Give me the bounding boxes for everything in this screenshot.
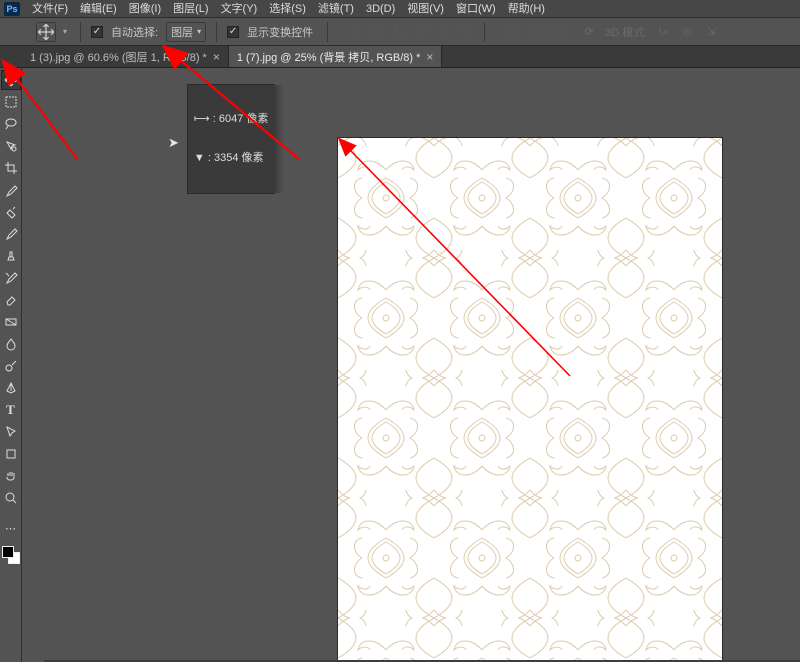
coord-width: ⟼ : 6047 像素 bbox=[194, 113, 268, 126]
options-trailing: ⟳ 3D 模式: ⤿ ◎ ⇲ bbox=[581, 24, 719, 40]
menu-type[interactable]: 文字(Y) bbox=[215, 0, 264, 18]
align-icons-group bbox=[346, 23, 474, 41]
drag-coord-tooltip: ➤ ⟼ : 6047 像素 ▼ : 3354 像素 bbox=[168, 84, 275, 194]
orbit-3d-b-icon[interactable]: ◎ bbox=[679, 24, 695, 40]
close-icon[interactable]: × bbox=[426, 50, 433, 64]
menu-help[interactable]: 帮助(H) bbox=[502, 0, 551, 18]
align-hcenter-icon[interactable] bbox=[434, 23, 452, 41]
quick-select-tool-icon[interactable] bbox=[1, 136, 21, 156]
shape-tool-icon[interactable] bbox=[1, 444, 21, 464]
blur-tool-icon[interactable] bbox=[1, 334, 21, 354]
menu-edit[interactable]: 编辑(E) bbox=[74, 0, 123, 18]
menu-image[interactable]: 图像(I) bbox=[123, 0, 167, 18]
distribute-icons-group bbox=[503, 23, 565, 41]
crop-tool-icon[interactable] bbox=[1, 158, 21, 178]
menu-layer[interactable]: 图层(L) bbox=[167, 0, 214, 18]
zoom-tool-icon[interactable] bbox=[1, 488, 21, 508]
tool-indicator-chevron-icon[interactable]: ▾ bbox=[60, 22, 70, 42]
document-tab-1-label: 1 (3).jpg @ 60.6% (图层 1, RGB/8) * bbox=[30, 49, 207, 65]
menu-file[interactable]: 文件(F) bbox=[26, 0, 74, 18]
show-transform-checkbox[interactable]: ✓ bbox=[227, 26, 239, 38]
coord-readout: ⟼ : 6047 像素 ▼ : 3354 像素 bbox=[187, 84, 275, 194]
foreground-swatch[interactable] bbox=[2, 546, 14, 558]
document-canvas[interactable] bbox=[338, 138, 722, 660]
auto-select-label: 自动选择: bbox=[107, 24, 162, 40]
eyedropper-tool-icon[interactable] bbox=[1, 180, 21, 200]
healing-tool-icon[interactable] bbox=[1, 202, 21, 222]
document-tab-2[interactable]: 1 (7).jpg @ 25% (背景 拷贝, RGB/8) * × bbox=[229, 46, 443, 67]
menu-view[interactable]: 视图(V) bbox=[401, 0, 450, 18]
close-icon[interactable]: × bbox=[213, 50, 220, 64]
canvas-area[interactable]: ➤ ⟼ : 6047 像素 ▼ : 3354 像素 bbox=[22, 68, 800, 662]
history-brush-tool-icon[interactable] bbox=[1, 268, 21, 288]
menu-window[interactable]: 窗口(W) bbox=[450, 0, 502, 18]
lasso-tool-icon[interactable] bbox=[1, 114, 21, 134]
mode-3d-label: 3D 模式: bbox=[605, 24, 647, 40]
separator bbox=[80, 22, 81, 42]
eraser-tool-icon[interactable] bbox=[1, 290, 21, 310]
brush-tool-icon[interactable] bbox=[1, 224, 21, 244]
align-right-icon[interactable] bbox=[456, 23, 474, 41]
distribute-v-icon[interactable] bbox=[525, 23, 543, 41]
align-bottom-icon[interactable] bbox=[390, 23, 408, 41]
align-top-icon[interactable] bbox=[346, 23, 364, 41]
toolbox: T ⋯ bbox=[0, 68, 22, 662]
stamp-tool-icon[interactable] bbox=[1, 246, 21, 266]
distribute-spacing-icon[interactable] bbox=[547, 23, 565, 41]
dodge-tool-icon[interactable] bbox=[1, 356, 21, 376]
document-pattern-icon bbox=[338, 138, 722, 660]
move-tool-icon[interactable] bbox=[1, 70, 21, 90]
gradient-tool-icon[interactable] bbox=[1, 312, 21, 332]
marquee-tool-icon[interactable] bbox=[1, 92, 21, 112]
separator bbox=[216, 22, 217, 42]
options-bar: ▾ ✓ 自动选择: 图层 ▾ ✓ 显示变换控件 ⟳ 3D 模式: ⤿ ◎ ⇲ bbox=[0, 18, 800, 46]
coord-height: ▼ : 3354 像素 bbox=[194, 152, 268, 165]
auto-select-target-dropdown[interactable]: 图层 ▾ bbox=[166, 22, 206, 42]
auto-select-checkbox[interactable]: ✓ bbox=[91, 26, 103, 38]
edit-toolbar-icon[interactable]: ⋯ bbox=[1, 518, 21, 538]
orbit-3d-c-icon[interactable]: ⇲ bbox=[703, 24, 719, 40]
document-tab-1[interactable]: 1 (3).jpg @ 60.6% (图层 1, RGB/8) * × bbox=[22, 46, 229, 67]
color-swatch[interactable] bbox=[2, 546, 20, 564]
align-left-icon[interactable] bbox=[412, 23, 430, 41]
menubar: Ps 文件(F) 编辑(E) 图像(I) 图层(L) 文字(Y) 选择(S) 滤… bbox=[0, 0, 800, 18]
menu-3d[interactable]: 3D(D) bbox=[360, 0, 401, 18]
document-tab-2-label: 1 (7).jpg @ 25% (背景 拷贝, RGB/8) * bbox=[237, 49, 421, 65]
arrow-cursor-icon: ➤ bbox=[168, 135, 179, 151]
auto-select-target-value: 图层 bbox=[171, 24, 193, 40]
document-tabbar: 1 (3).jpg @ 60.6% (图层 1, RGB/8) * × 1 (7… bbox=[0, 46, 800, 68]
tool-indicator-move-icon[interactable] bbox=[36, 22, 56, 42]
hand-tool-icon[interactable] bbox=[1, 466, 21, 486]
path-select-tool-icon[interactable] bbox=[1, 422, 21, 442]
separator bbox=[327, 22, 328, 42]
distribute-h-icon[interactable] bbox=[503, 23, 521, 41]
orbit-3d-a-icon[interactable]: ⤿ bbox=[655, 24, 671, 40]
align-vcenter-icon[interactable] bbox=[368, 23, 386, 41]
app-logo: Ps bbox=[4, 2, 20, 16]
orbit-3d-icon[interactable]: ⟳ bbox=[581, 24, 597, 40]
separator bbox=[484, 22, 485, 42]
type-tool-icon[interactable]: T bbox=[1, 400, 21, 420]
pen-tool-icon[interactable] bbox=[1, 378, 21, 398]
show-transform-label: 显示变换控件 bbox=[243, 24, 317, 40]
menu-select[interactable]: 选择(S) bbox=[263, 0, 312, 18]
menu-filter[interactable]: 滤镜(T) bbox=[312, 0, 360, 18]
chevron-down-icon: ▾ bbox=[197, 27, 201, 36]
